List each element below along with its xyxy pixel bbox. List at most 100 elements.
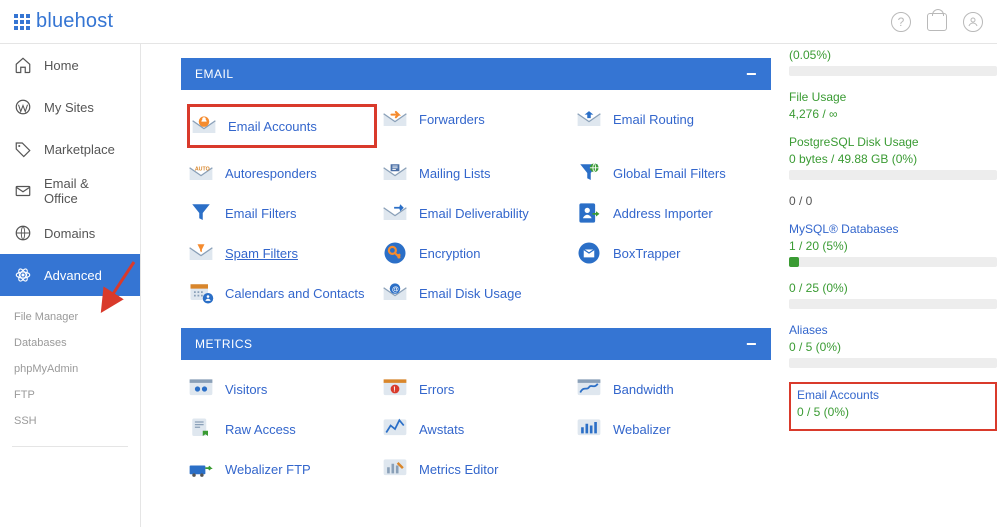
- item-mailing-lists[interactable]: Mailing Lists: [381, 158, 571, 188]
- item-email-accounts[interactable]: Email Accounts: [190, 111, 317, 141]
- stat-aliases: Aliases 0 / 5 (0%): [789, 323, 997, 368]
- item-spam-filters[interactable]: Spam Filters: [187, 238, 377, 268]
- item-label: Metrics Editor: [419, 462, 498, 477]
- item-autoresponders[interactable]: AUTO Autoresponders: [187, 158, 377, 188]
- email-grid: Email Accounts Forwarders Email Routing …: [181, 90, 771, 328]
- main-content: EMAIL − Email Accounts Forwarders: [141, 44, 997, 527]
- calendar-icon: [187, 279, 215, 307]
- item-calendars-contacts[interactable]: Calendars and Contacts: [187, 278, 377, 308]
- help-icon[interactable]: ?: [891, 12, 911, 32]
- boxtrapper-icon: [575, 239, 603, 267]
- item-awstats[interactable]: Awstats: [381, 414, 571, 444]
- email-disk-icon: @: [381, 279, 409, 307]
- subnav-ssh[interactable]: SSH: [14, 408, 140, 434]
- svg-text:@: @: [392, 286, 399, 293]
- forwarders-icon: [381, 105, 409, 133]
- encryption-icon: [381, 239, 409, 267]
- stat-title: File Usage: [789, 90, 997, 104]
- stat-email-accounts: Email Accounts 0 / 5 (0%): [797, 388, 989, 419]
- item-visitors[interactable]: Visitors: [187, 374, 377, 404]
- deliverability-icon: [381, 199, 409, 227]
- item-label: Forwarders: [419, 112, 485, 127]
- item-label: Spam Filters: [225, 246, 298, 261]
- mail-icon: [14, 182, 32, 200]
- item-label: Raw Access: [225, 422, 296, 437]
- item-metrics-editor[interactable]: Metrics Editor: [381, 454, 571, 484]
- metrics-editor-icon: [381, 455, 409, 483]
- stat-title: Aliases: [789, 323, 997, 337]
- panel-header-metrics[interactable]: METRICS −: [181, 328, 771, 360]
- sidebar-item-email-office[interactable]: Email & Office: [0, 170, 140, 212]
- sidebar-item-label: Domains: [44, 226, 95, 241]
- stat-mysql: MySQL® Databases 1 / 20 (5%): [789, 222, 997, 267]
- item-label: Global Email Filters: [613, 166, 726, 181]
- brand-grid-icon: [14, 14, 30, 30]
- item-label: Email Disk Usage: [419, 286, 522, 301]
- awstats-icon: [381, 415, 409, 443]
- account-icon[interactable]: [963, 12, 983, 32]
- progress-bar: [789, 66, 997, 76]
- item-bandwidth[interactable]: Bandwidth: [575, 374, 765, 404]
- collapse-icon[interactable]: −: [746, 334, 757, 355]
- stat-value: 4,276 / ∞: [789, 107, 997, 121]
- brand[interactable]: bluehost: [14, 10, 113, 33]
- sidebar: Home My Sites Marketplace Email & Office…: [0, 44, 141, 527]
- stat-value: 0 bytes / 49.88 GB (0%): [789, 152, 997, 166]
- email-routing-icon: [575, 105, 603, 133]
- panel-title: EMAIL: [195, 67, 234, 81]
- item-address-importer[interactable]: Address Importer: [575, 198, 765, 228]
- top-bar: bluehost ?: [0, 0, 997, 44]
- subnav-databases[interactable]: Databases: [14, 330, 140, 356]
- sidebar-item-domains[interactable]: Domains: [0, 212, 140, 254]
- collapse-icon[interactable]: −: [746, 64, 757, 85]
- spam-filters-icon: [187, 239, 215, 267]
- stat-q25: 0 / 25 (0%): [789, 281, 997, 309]
- sidebar-item-label: Home: [44, 58, 79, 73]
- svg-text:AUTO: AUTO: [195, 166, 210, 172]
- item-webalizer-ftp[interactable]: Webalizer FTP: [187, 454, 377, 484]
- item-email-disk-usage[interactable]: @ Email Disk Usage: [381, 278, 571, 308]
- item-webalizer[interactable]: Webalizer: [575, 414, 765, 444]
- subnav-ftp[interactable]: FTP: [14, 382, 140, 408]
- item-label: Errors: [419, 382, 454, 397]
- progress-bar: [789, 257, 997, 267]
- visitors-icon: [187, 375, 215, 403]
- item-label: Visitors: [225, 382, 267, 397]
- item-label: Encryption: [419, 246, 480, 261]
- item-label: Email Filters: [225, 206, 297, 221]
- mailing-lists-icon: [381, 159, 409, 187]
- item-encryption[interactable]: Encryption: [381, 238, 571, 268]
- item-raw-access[interactable]: Raw Access: [187, 414, 377, 444]
- item-label: Email Accounts: [228, 119, 317, 134]
- bandwidth-icon: [575, 375, 603, 403]
- item-label: Webalizer: [613, 422, 671, 437]
- svg-text:!: !: [393, 387, 395, 394]
- item-label: Mailing Lists: [419, 166, 491, 181]
- brand-text: bluehost: [36, 10, 113, 33]
- stat-top: (0.05%): [789, 48, 997, 76]
- sidebar-item-mysites[interactable]: My Sites: [0, 86, 140, 128]
- stat-unnamed: 0 / 0: [789, 194, 997, 208]
- address-importer-icon: [575, 199, 603, 227]
- panel-header-email[interactable]: EMAIL −: [181, 58, 771, 90]
- stat-file-usage: File Usage 4,276 / ∞: [789, 90, 997, 121]
- webalizer-ftp-icon: [187, 455, 215, 483]
- stat-value: (0.05%): [789, 48, 997, 62]
- item-errors[interactable]: ! Errors: [381, 374, 571, 404]
- divider: [12, 446, 128, 447]
- item-forwarders[interactable]: Forwarders: [381, 104, 571, 134]
- item-email-routing[interactable]: Email Routing: [575, 104, 765, 134]
- email-accounts-icon: [190, 112, 218, 140]
- item-boxtrapper[interactable]: BoxTrapper: [575, 238, 765, 268]
- subnav-file-manager[interactable]: File Manager: [14, 304, 140, 330]
- sidebar-item-marketplace[interactable]: Marketplace: [0, 128, 140, 170]
- item-global-email-filters[interactable]: Global Email Filters: [575, 158, 765, 188]
- subnav-phpmyadmin[interactable]: phpMyAdmin: [14, 356, 140, 382]
- item-email-filters[interactable]: Email Filters: [187, 198, 377, 228]
- stat-title: Email Accounts: [797, 388, 989, 402]
- cart-icon[interactable]: [927, 13, 947, 31]
- raw-access-icon: [187, 415, 215, 443]
- sidebar-item-advanced[interactable]: Advanced: [0, 254, 140, 296]
- sidebar-item-home[interactable]: Home: [0, 44, 140, 86]
- item-email-deliverability[interactable]: Email Deliverability: [381, 198, 571, 228]
